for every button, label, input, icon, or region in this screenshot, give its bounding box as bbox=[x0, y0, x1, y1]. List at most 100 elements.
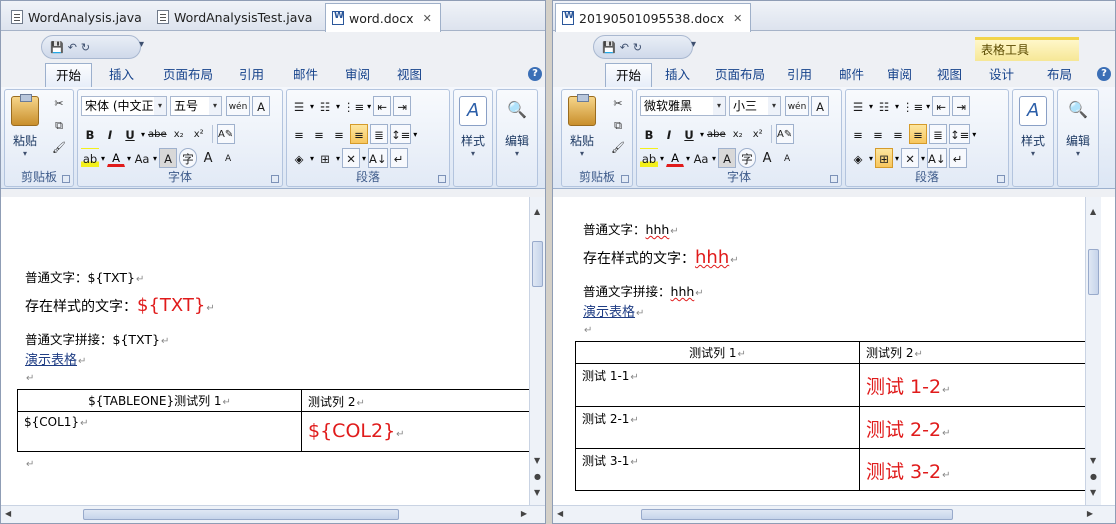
tab-insert[interactable]: 插入 bbox=[655, 63, 700, 87]
subscript-button[interactable]: x₂ bbox=[170, 124, 188, 144]
tab-references[interactable]: 引用 bbox=[777, 63, 822, 87]
redo-icon[interactable]: ↻ bbox=[81, 41, 90, 54]
tab-insert[interactable]: 插入 bbox=[99, 63, 144, 87]
numbering-icon[interactable]: ☷ bbox=[875, 96, 893, 116]
font-name-select[interactable]: 微软雅黑 ▾ bbox=[640, 96, 726, 116]
paste-button[interactable]: 粘贴 ▾ bbox=[564, 94, 600, 158]
customize-qat-icon[interactable]: ▾ bbox=[691, 39, 696, 50]
styles-button[interactable]: 样式 ▾ bbox=[455, 96, 491, 158]
editor-tab-word-docx[interactable]: word.docx ✕ bbox=[325, 3, 441, 32]
save-icon[interactable]: 💾 bbox=[602, 41, 616, 54]
tab-review[interactable]: 审阅 bbox=[335, 63, 380, 87]
customize-qat-icon[interactable]: ▾ bbox=[139, 39, 144, 50]
phonetic-guide-icon[interactable]: wén bbox=[785, 96, 809, 116]
editor-tab-result-docx[interactable]: 20190501095538.docx ✕ bbox=[555, 3, 752, 32]
cut-icon[interactable]: ✂ bbox=[610, 96, 626, 112]
align-right-icon[interactable]: ≡ bbox=[889, 124, 907, 144]
tab-home[interactable]: 开始 bbox=[605, 63, 653, 87]
tab-view[interactable]: 视图 bbox=[387, 63, 432, 87]
document-page[interactable]: 普通文字：${TXT}↵ 存在样式的文字：${TXT}↵ 普通文字拼接：${TX… bbox=[1, 197, 545, 523]
font-name-select[interactable]: 宋体 (中文正文 ▾ bbox=[81, 96, 167, 116]
superscript-button[interactable]: x² bbox=[190, 124, 208, 144]
change-case-button[interactable]: Aa bbox=[133, 148, 151, 168]
undo-icon[interactable]: ↶ bbox=[620, 41, 629, 54]
editing-button[interactable]: 编辑 ▾ bbox=[499, 96, 535, 158]
help-icon[interactable]: ? bbox=[528, 67, 542, 81]
editor-tab-wordanalysistest[interactable]: WordAnalysisTest.java bbox=[151, 3, 320, 31]
clear-format-icon[interactable]: A✎ bbox=[216, 124, 235, 144]
bullets-icon[interactable]: ☰ bbox=[849, 96, 867, 116]
paste-button[interactable]: 粘贴 ▾ bbox=[7, 94, 43, 158]
scroll-thumb[interactable] bbox=[641, 509, 953, 520]
align-left-icon[interactable]: ≡ bbox=[849, 124, 867, 144]
grow-font-button[interactable]: A bbox=[758, 148, 776, 168]
italic-button[interactable]: I bbox=[660, 124, 678, 144]
document-page[interactable]: 普通文字：hhh↵ 存在样式的文字：hhh↵ 普通文字拼接：hhh↵ 演示表格↵… bbox=[553, 197, 1115, 523]
font-size-select[interactable]: 小三 ▾ bbox=[729, 96, 781, 116]
decrease-indent-icon[interactable]: ⇤ bbox=[932, 96, 951, 116]
copy-icon[interactable]: ⧉ bbox=[51, 118, 67, 134]
font-color-button[interactable]: A bbox=[107, 149, 126, 167]
vertical-scrollbar[interactable]: ▲ ▼ ● ▼ bbox=[529, 197, 545, 505]
bullets-icon[interactable]: ☰ bbox=[290, 96, 308, 116]
sort-icon[interactable]: A↓ bbox=[368, 148, 388, 168]
tab-layout[interactable]: 布局 bbox=[1037, 63, 1082, 87]
scroll-thumb[interactable] bbox=[1088, 249, 1099, 295]
char-border-icon[interactable]: A bbox=[252, 96, 270, 116]
save-icon[interactable]: 💾 bbox=[50, 41, 64, 54]
increase-indent-icon[interactable]: ⇥ bbox=[393, 96, 412, 116]
demo-table-link[interactable]: 演示表格↵ bbox=[583, 301, 644, 320]
line-spacing-icon[interactable]: ↕≡ bbox=[390, 124, 412, 144]
undo-icon[interactable]: ↶ bbox=[68, 41, 77, 54]
styles-button[interactable]: 样式 ▾ bbox=[1015, 96, 1051, 158]
align-center-icon[interactable]: ≡ bbox=[310, 124, 328, 144]
chinese-layout-icon[interactable]: ✕ bbox=[901, 148, 920, 168]
editing-button[interactable]: 编辑 ▾ bbox=[1060, 96, 1096, 158]
tab-home[interactable]: 开始 bbox=[45, 63, 93, 87]
editor-tab-wordanalysis[interactable]: WordAnalysis.java bbox=[5, 3, 150, 31]
clear-format-icon[interactable]: A✎ bbox=[775, 124, 794, 144]
scroll-thumb[interactable] bbox=[532, 241, 543, 287]
strikethrough-button[interactable]: abe bbox=[706, 124, 727, 144]
underline-button[interactable]: U bbox=[680, 124, 698, 144]
dialog-launcher-icon[interactable] bbox=[621, 175, 629, 183]
show-marks-icon[interactable]: ↵ bbox=[389, 148, 408, 168]
tab-review[interactable]: 审阅 bbox=[877, 63, 922, 87]
close-icon[interactable]: ✕ bbox=[423, 12, 432, 25]
italic-button[interactable]: I bbox=[101, 124, 119, 144]
font-color-button[interactable]: A bbox=[666, 149, 685, 167]
change-case-button[interactable]: Aa bbox=[692, 148, 710, 168]
borders-icon[interactable]: ⊞ bbox=[875, 148, 894, 168]
copy-icon[interactable]: ⧉ bbox=[610, 118, 626, 134]
show-marks-icon[interactable]: ↵ bbox=[948, 148, 967, 168]
subscript-button[interactable]: x₂ bbox=[729, 124, 747, 144]
highlight-icon[interactable]: ab bbox=[81, 148, 99, 168]
underline-button[interactable]: U bbox=[121, 124, 139, 144]
tab-page-layout[interactable]: 页面布局 bbox=[153, 63, 223, 87]
multilevel-list-icon[interactable]: ⋮≡ bbox=[901, 96, 924, 116]
char-shading-icon[interactable]: A bbox=[718, 148, 737, 168]
superscript-button[interactable]: x² bbox=[749, 124, 767, 144]
demo-table-link[interactable]: 演示表格↵ bbox=[25, 349, 86, 368]
distributed-icon[interactable]: ≣ bbox=[929, 124, 947, 144]
borders-icon[interactable]: ⊞ bbox=[316, 148, 334, 168]
tab-view[interactable]: 视图 bbox=[927, 63, 972, 87]
tab-mailings[interactable]: 邮件 bbox=[829, 63, 874, 87]
cut-icon[interactable]: ✂ bbox=[51, 96, 67, 112]
align-right-icon[interactable]: ≡ bbox=[330, 124, 348, 144]
shrink-font-button[interactable]: A bbox=[219, 148, 237, 168]
horizontal-scrollbar[interactable]: ◀ ▶ bbox=[553, 505, 1115, 523]
enclose-char-icon[interactable]: 字 bbox=[738, 148, 757, 168]
scroll-thumb[interactable] bbox=[83, 509, 399, 520]
dialog-launcher-icon[interactable] bbox=[271, 175, 279, 183]
bold-button[interactable]: B bbox=[81, 124, 99, 144]
tab-page-layout[interactable]: 页面布局 bbox=[705, 63, 775, 87]
dialog-launcher-icon[interactable] bbox=[62, 175, 70, 183]
shading-icon[interactable]: ◈ bbox=[290, 148, 308, 168]
align-left-icon[interactable]: ≡ bbox=[290, 124, 308, 144]
enclose-char-icon[interactable]: 字 bbox=[179, 148, 198, 168]
char-shading-icon[interactable]: A bbox=[159, 148, 178, 168]
phonetic-guide-icon[interactable]: wén bbox=[226, 96, 250, 116]
font-size-select[interactable]: 五号 ▾ bbox=[170, 96, 222, 116]
tab-references[interactable]: 引用 bbox=[229, 63, 274, 87]
